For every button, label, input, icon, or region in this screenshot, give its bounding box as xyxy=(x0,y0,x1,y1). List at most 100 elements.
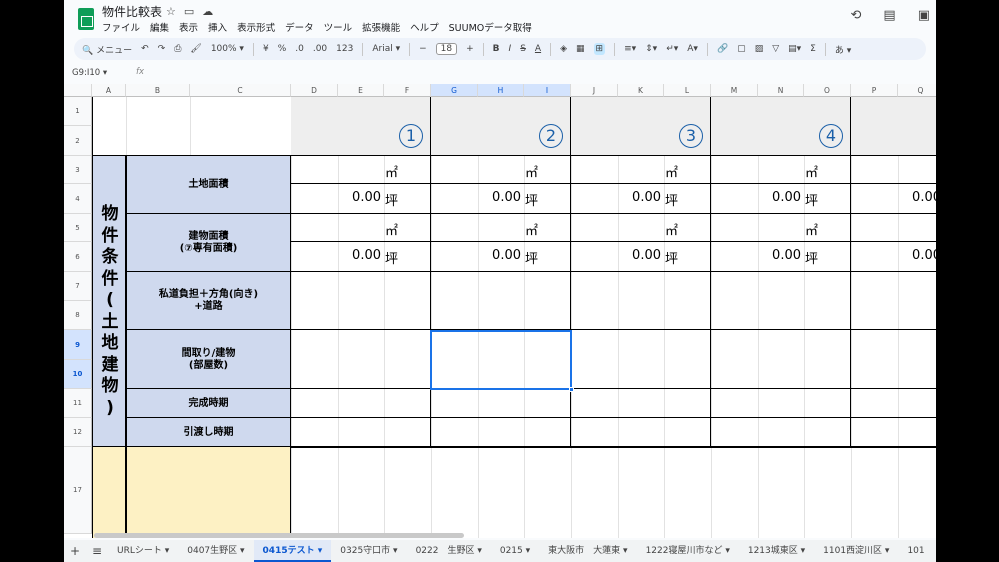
property-1-cell[interactable] xyxy=(291,418,431,447)
align-vertical-icon[interactable]: ⇕▾ xyxy=(645,44,657,54)
move-folder-icon[interactable]: ▭ xyxy=(184,5,194,18)
comments-icon[interactable]: ▤ xyxy=(883,8,895,23)
increase-decimal-button[interactable]: .00 xyxy=(313,44,327,54)
property-1-cell[interactable] xyxy=(291,214,431,242)
undo-icon[interactable]: ↶ xyxy=(141,44,149,54)
percent-button[interactable]: % xyxy=(278,44,287,54)
font-size-decrease-icon[interactable]: − xyxy=(419,44,427,54)
row-header-8[interactable]: 8 xyxy=(64,301,92,330)
sheet-tab[interactable]: 0325守口市 ▾ xyxy=(331,540,406,562)
column-header-L[interactable]: L xyxy=(664,84,711,97)
strikethrough-icon[interactable]: S xyxy=(520,44,526,54)
tab-menu-chevron-icon[interactable]: ▾ xyxy=(620,546,628,556)
tab-menu-chevron-icon[interactable]: ▾ xyxy=(237,546,245,556)
property-4-cell[interactable] xyxy=(711,418,851,447)
row-header-12[interactable]: 12 xyxy=(64,418,92,447)
sheets-logo-icon[interactable] xyxy=(78,8,94,30)
row-header-17[interactable]: 17 xyxy=(64,447,92,534)
text-color-icon[interactable]: A xyxy=(535,44,541,54)
comment-icon[interactable]: ▢ xyxy=(737,44,746,54)
menu-view[interactable]: 表示 xyxy=(179,20,198,34)
property-4-cell[interactable] xyxy=(711,330,851,389)
column-header-B[interactable]: B xyxy=(126,84,190,97)
row-header-10[interactable]: 10 xyxy=(64,360,92,389)
property-5-cell[interactable] xyxy=(851,156,936,184)
print-icon[interactable]: ⎙ xyxy=(174,44,181,54)
search-menu[interactable]: 🔍 メニュー xyxy=(82,43,132,56)
document-title[interactable]: 物件比較表 xyxy=(102,3,162,20)
font-size-increase-icon[interactable]: + xyxy=(466,44,474,54)
all-sheets-button[interactable]: ≡ xyxy=(86,544,108,558)
property-3-cell[interactable] xyxy=(571,447,711,448)
property-2-cell[interactable] xyxy=(431,447,571,448)
property-5-cell[interactable] xyxy=(851,214,936,242)
property-4-cell[interactable] xyxy=(711,389,851,418)
property-5-cell[interactable] xyxy=(851,330,936,389)
menu-edit[interactable]: 編集 xyxy=(150,20,169,34)
selection-fill-handle[interactable] xyxy=(569,387,574,392)
chart-icon[interactable]: ▨ xyxy=(755,44,764,54)
selected-range[interactable] xyxy=(430,330,572,390)
menu-file[interactable]: ファイル xyxy=(102,20,140,34)
sheet-tab[interactable]: 0215 ▾ xyxy=(491,540,539,562)
decrease-decimal-button[interactable]: .0 xyxy=(295,44,304,54)
horizontal-scrollbar[interactable] xyxy=(94,533,464,538)
tab-menu-chevron-icon[interactable]: ▾ xyxy=(722,546,730,556)
menu-data[interactable]: データ xyxy=(285,20,314,34)
column-header-A[interactable]: A xyxy=(92,84,126,97)
property-2-cell[interactable] xyxy=(431,272,571,330)
paint-format-icon[interactable]: 🖌 xyxy=(190,44,201,54)
property-3-cell[interactable] xyxy=(571,418,711,447)
column-header-K[interactable]: K xyxy=(618,84,664,97)
property-1-cell[interactable] xyxy=(291,447,431,448)
column-header-Q[interactable]: Q xyxy=(898,84,936,97)
property-5-cell[interactable] xyxy=(851,418,936,447)
redo-icon[interactable]: ↷ xyxy=(158,44,166,54)
property-5-cell[interactable] xyxy=(851,272,936,330)
font-select[interactable]: Arial ▾ xyxy=(372,44,400,54)
column-header-N[interactable]: N xyxy=(758,84,804,97)
row-header-6[interactable]: 6 xyxy=(64,242,92,272)
blank-yellow-cell-bc[interactable] xyxy=(126,447,291,538)
name-box[interactable]: G9:I10 ▾ xyxy=(72,68,107,78)
column-header-M[interactable]: M xyxy=(711,84,758,97)
sheet-tab[interactable]: 0407生野区 ▾ xyxy=(178,540,253,562)
property-3-cell[interactable] xyxy=(571,272,711,330)
property-3-cell[interactable] xyxy=(571,389,711,418)
property-1-cell[interactable] xyxy=(291,272,431,330)
functions-icon[interactable]: Σ xyxy=(810,44,816,54)
text-wrap-icon[interactable]: ↵▾ xyxy=(666,44,678,54)
property-4-cell[interactable] xyxy=(711,447,851,448)
sheet-tab[interactable]: 1213城東区 ▾ xyxy=(739,540,814,562)
column-header-E[interactable]: E xyxy=(338,84,384,97)
link-icon[interactable]: 🔗 xyxy=(717,44,728,54)
tab-menu-chevron-icon[interactable]: ▾ xyxy=(882,546,890,556)
text-rotate-icon[interactable]: A▾ xyxy=(687,44,698,54)
column-header-P[interactable]: P xyxy=(851,84,898,97)
menu-insert[interactable]: 挿入 xyxy=(208,20,227,34)
sheet-tab[interactable]: 0415テスト ▾ xyxy=(253,540,332,562)
menu-tools[interactable]: ツール xyxy=(324,20,353,34)
property-5-cell[interactable] xyxy=(851,447,936,448)
sheet-tab[interactable]: URLシート ▾ xyxy=(108,540,178,562)
row-header-2[interactable]: 2 xyxy=(64,126,92,156)
filter-icon[interactable]: ▽ xyxy=(772,44,779,54)
property-1-cell[interactable] xyxy=(291,330,431,389)
zoom-select[interactable]: 100% ▾ xyxy=(211,44,244,54)
filter-views-icon[interactable]: ▤▾ xyxy=(788,44,801,54)
sheet-tab[interactable]: 1101西淀川区 ▾ xyxy=(814,540,898,562)
property-1-cell[interactable] xyxy=(291,389,431,418)
property-4-cell[interactable] xyxy=(711,272,851,330)
input-tools-icon[interactable]: あ ▾ xyxy=(835,43,851,56)
sheet-tab[interactable]: 0222 生野区 ▾ xyxy=(407,540,491,562)
number-format-button[interactable]: 123 xyxy=(336,44,353,54)
property-2-cell[interactable] xyxy=(431,389,571,418)
tab-menu-chevron-icon[interactable]: ▾ xyxy=(523,546,531,556)
borders-icon[interactable]: ▦ xyxy=(576,44,585,54)
column-header-O[interactable]: O xyxy=(804,84,851,97)
star-icon[interactable]: ☆ xyxy=(166,5,176,18)
sheet-tab[interactable]: 101 xyxy=(898,540,933,562)
meet-icon[interactable]: ▣ xyxy=(918,8,930,23)
menu-format[interactable]: 表示形式 xyxy=(237,20,275,34)
history-icon[interactable]: ⟲ xyxy=(851,8,862,23)
